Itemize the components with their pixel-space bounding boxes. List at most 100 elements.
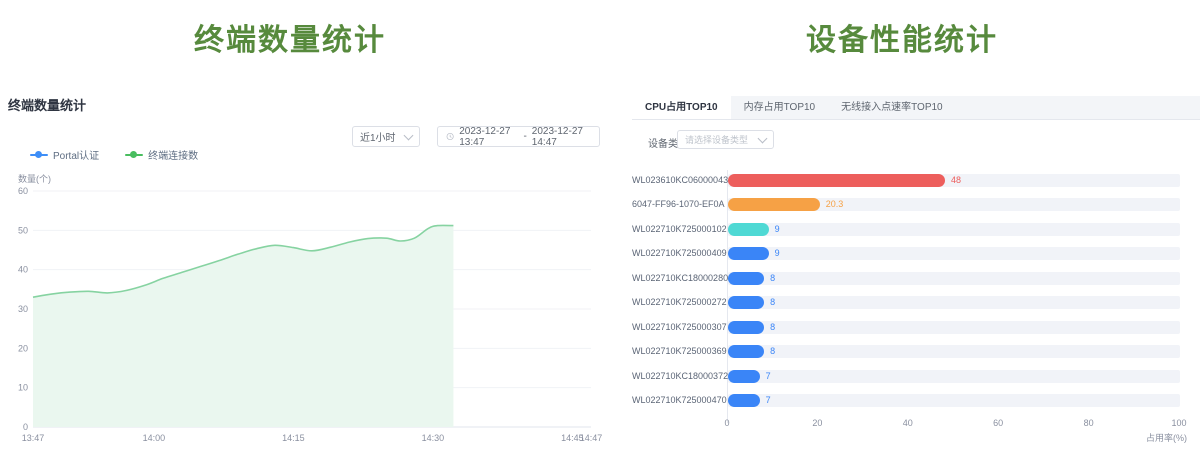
y-tick: 50 (18, 225, 28, 235)
y-tick: 20 (18, 343, 28, 353)
bar-track: 7 (728, 370, 1180, 383)
x-tick: 13:47 (22, 433, 45, 443)
bar-track: 8 (728, 272, 1180, 285)
device-type-select[interactable]: 请选择设备类型 (677, 130, 774, 149)
device-label: WL022710K725000307 (632, 321, 720, 334)
bar-value: 9 (775, 223, 780, 236)
bar-row: WL022710K725000470 7 (632, 394, 1200, 407)
x-tick: 20 (812, 418, 822, 428)
bar (728, 321, 764, 334)
bar-value: 20.3 (826, 198, 844, 211)
y-tick: 30 (18, 304, 28, 314)
chevron-down-icon (404, 130, 414, 140)
date-separator: - (523, 131, 526, 142)
x-tick: 100 (1171, 418, 1186, 428)
bar (728, 198, 820, 211)
legend-item-portal[interactable]: Portal认证 (30, 147, 99, 162)
bar-row: WL022710KC18000372 7 (632, 370, 1200, 383)
area-fill (33, 225, 453, 427)
x-tick: 40 (903, 418, 913, 428)
device-performance-heading: 设备性能统计 (632, 15, 1172, 59)
bar-row: WL022710KC18000280 8 (632, 272, 1200, 285)
x-axis-label: 占用率(%) (1127, 431, 1187, 444)
bar-value: 8 (770, 345, 775, 358)
bar-track: 48 (728, 174, 1180, 187)
x-tick: 14:15 (282, 433, 305, 443)
date-start: 2023-12-27 13:47 (459, 126, 518, 148)
bar (728, 174, 945, 187)
bar (728, 223, 769, 236)
bar-value: 8 (770, 321, 775, 334)
x-tick: 60 (993, 418, 1003, 428)
bar-row: WL022710K725000409 9 (632, 247, 1200, 260)
top10-tabbar: CPU占用TOP10 内存占用TOP10 无线接入点速率TOP10 (632, 96, 1200, 120)
bar (728, 272, 764, 285)
bar-track: 9 (728, 247, 1180, 260)
bar-value: 8 (770, 272, 775, 285)
bar-value: 8 (770, 296, 775, 309)
device-label: WL022710KC18000280 (632, 272, 720, 285)
bar-track: 7 (728, 394, 1180, 407)
legend-marker-green-icon (125, 154, 143, 156)
bar (728, 247, 769, 260)
legend-label: Portal认证 (53, 147, 99, 162)
x-tick: 0 (724, 418, 729, 428)
device-label: WL022710KC18000372 (632, 370, 720, 383)
bar-track: 8 (728, 321, 1180, 334)
dashboard: 终端数量统计 终端数量统计 近1小时 2023-12-27 13:47 - 20… (0, 0, 1200, 456)
bar-row: WL022710K725000102 9 (632, 223, 1200, 236)
terminal-count-heading: 终端数量统计 (0, 15, 580, 59)
bar-track: 8 (728, 345, 1180, 358)
x-tick: 14:30 (422, 433, 445, 443)
device-label: WL022710K725000102 (632, 223, 720, 236)
time-range-select[interactable]: 近1小时 (352, 126, 420, 147)
terminal-count-panel: 终端数量统计 终端数量统计 近1小时 2023-12-27 13:47 - 20… (0, 0, 610, 456)
x-tick: 80 (1084, 418, 1094, 428)
bar-track: 20.3 (728, 198, 1180, 211)
legend-item-terminal[interactable]: 终端连接数 (125, 147, 198, 162)
device-label: 6047-FF96-1070-EF0A (632, 198, 720, 211)
bar (728, 370, 760, 383)
terminal-line-chart: 010203040506013:4714:0014:1514:3014:4514… (0, 170, 610, 456)
bar-row: WL023610KC06000043 48 (632, 174, 1200, 187)
bar-value: 7 (766, 370, 771, 383)
bar (728, 394, 760, 407)
device-label: WL022710K725000470 (632, 394, 720, 407)
x-tick: 14:47 (580, 433, 603, 443)
y-tick: 0 (23, 422, 28, 432)
device-type-placeholder: 请选择设备类型 (685, 133, 748, 146)
y-tick: 10 (18, 383, 28, 393)
chevron-down-icon (758, 133, 768, 143)
tab-cpu-top10[interactable]: CPU占用TOP10 (632, 96, 731, 119)
legend-label: 终端连接数 (148, 147, 198, 162)
tab-wireless-ap-rate-top10[interactable]: 无线接入点速率TOP10 (828, 96, 956, 119)
y-tick: 60 (18, 186, 28, 196)
device-performance-panel: 设备性能统计 CPU占用TOP10 内存占用TOP10 无线接入点速率TOP10… (632, 0, 1200, 456)
bar-value: 7 (766, 394, 771, 407)
terminal-count-title: 终端数量统计 (8, 95, 86, 114)
date-range-picker[interactable]: 2023-12-27 13:47 - 2023-12-27 14:47 (437, 126, 600, 147)
bar-value: 9 (775, 247, 780, 260)
bar-value: 48 (951, 174, 961, 187)
bar-row: WL022710K725000272 8 (632, 296, 1200, 309)
tab-memory-top10[interactable]: 内存占用TOP10 (731, 96, 829, 119)
device-label: WL022710K725000409 (632, 247, 720, 260)
legend-marker-blue-icon (30, 154, 48, 156)
bar-track: 8 (728, 296, 1180, 309)
legend: Portal认证 终端连接数 (30, 147, 198, 162)
bar-row: 6047-FF96-1070-EF0A 20.3 (632, 198, 1200, 211)
x-tick: 14:00 (143, 433, 166, 443)
device-label: WL022710K725000369 (632, 345, 720, 358)
time-range-value: 近1小时 (360, 129, 396, 144)
clock-icon (446, 131, 454, 142)
bar-track: 9 (728, 223, 1180, 236)
bar (728, 345, 764, 358)
bar-row: WL022710K725000307 8 (632, 321, 1200, 334)
bar (728, 296, 764, 309)
cpu-top10-bar-chart: 占用率(%) WL023610KC06000043 48 6047-FF96-107… (632, 168, 1200, 456)
y-tick: 40 (18, 265, 28, 275)
device-label: WL022710K725000272 (632, 296, 720, 309)
bar-row: WL022710K725000369 8 (632, 345, 1200, 358)
date-end: 2023-12-27 14:47 (532, 126, 591, 148)
device-label: WL023610KC06000043 (632, 174, 720, 187)
